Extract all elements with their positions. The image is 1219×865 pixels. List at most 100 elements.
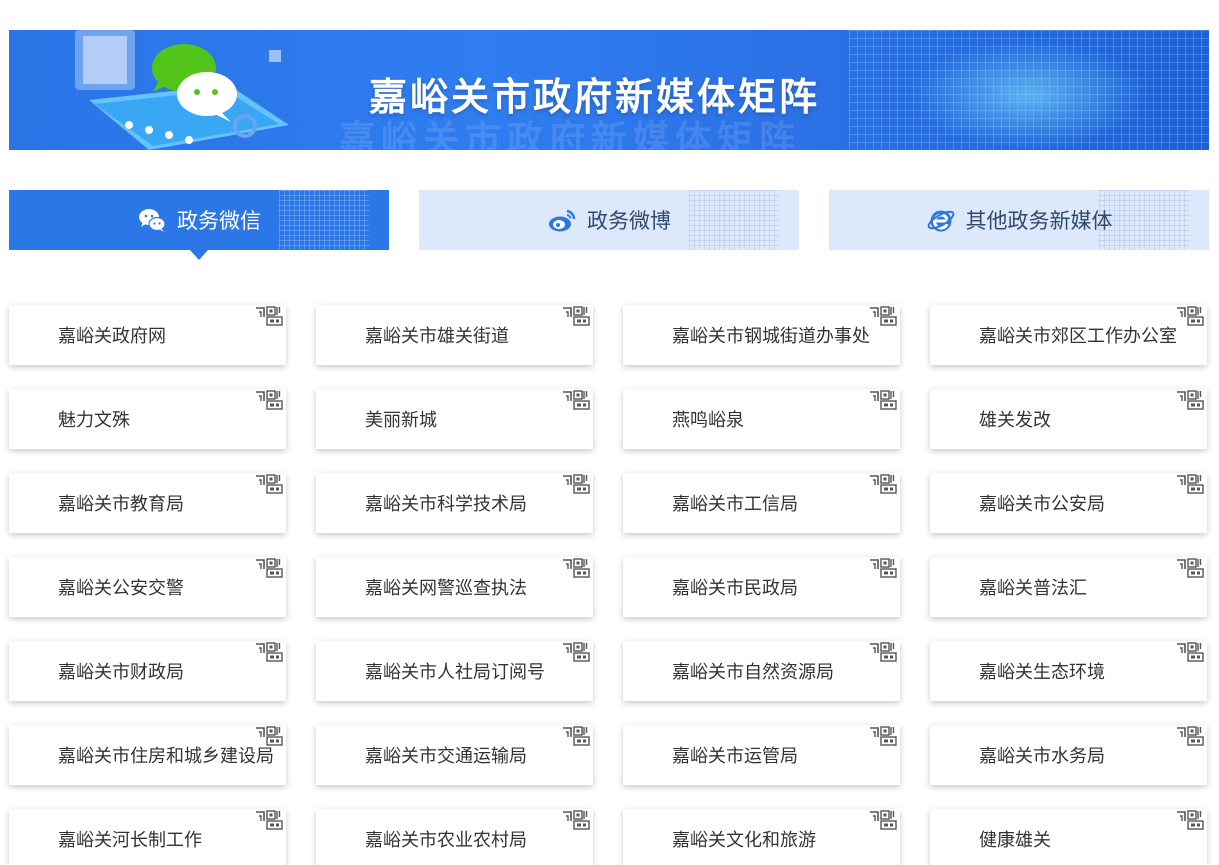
tab-decoration (279, 190, 369, 250)
qr-code-icon[interactable] (1175, 725, 1205, 747)
account-card-label: 美丽新城 (365, 410, 437, 431)
account-card-label: 嘉峪关市科学技术局 (365, 494, 527, 515)
qr-code-icon[interactable] (254, 557, 284, 579)
account-card-label: 健康雄关 (979, 830, 1051, 851)
account-card-label: 嘉峪关市郊区工作办公室 (979, 326, 1177, 347)
account-card[interactable]: 嘉峪关生态环境 (930, 641, 1207, 701)
qr-code-icon[interactable] (254, 809, 284, 831)
account-card-label: 嘉峪关市交通运输局 (365, 746, 527, 767)
qr-code-icon[interactable] (868, 725, 898, 747)
account-card[interactable]: 嘉峪关网警巡查执法 (316, 557, 593, 617)
qr-code-icon[interactable] (1175, 389, 1205, 411)
account-card-label: 嘉峪关市人社局订阅号 (365, 662, 545, 683)
account-card-label: 嘉峪关市农业农村局 (365, 830, 527, 851)
tab-wechat-label: 政务微信 (177, 209, 261, 233)
account-card[interactable]: 嘉峪关市公安局 (930, 473, 1207, 533)
account-card[interactable]: 嘉峪关市农业农村局 (316, 809, 593, 865)
account-card-label: 嘉峪关市公安局 (979, 494, 1105, 515)
qr-code-icon[interactable] (868, 809, 898, 831)
account-card-label: 嘉峪关市工信局 (672, 494, 798, 515)
page-title: 嘉峪关市政府新媒体矩阵 (369, 75, 821, 119)
account-card-label: 嘉峪关市自然资源局 (672, 662, 834, 683)
wechat-icon (139, 209, 166, 232)
account-card-label: 嘉峪关市运管局 (672, 746, 798, 767)
account-card[interactable]: 嘉峪关市运管局 (623, 725, 900, 785)
account-card[interactable]: 嘉峪关市雄关街道 (316, 305, 593, 365)
account-card[interactable]: 健康雄关 (930, 809, 1207, 865)
account-card[interactable]: 雄关发改 (930, 389, 1207, 449)
account-card-label: 嘉峪关市民政局 (672, 578, 798, 599)
qr-code-icon[interactable] (561, 305, 591, 327)
qr-code-icon[interactable] (1175, 305, 1205, 327)
account-grid: 嘉峪关政府网 嘉峪关市雄关街道 嘉峪关市钢城街道办事处 嘉峪关市郊区工作办公室 … (9, 305, 1207, 865)
account-card-label: 嘉峪关市教育局 (58, 494, 184, 515)
account-card[interactable]: 嘉峪关河长制工作 (9, 809, 286, 865)
header-banner: 嘉峪关市政府新媒体矩阵 嘉峪关市政府新媒体矩阵 (9, 30, 1209, 150)
account-card[interactable]: 嘉峪关市钢城街道办事处 (623, 305, 900, 365)
account-card[interactable]: 嘉峪关普法汇 (930, 557, 1207, 617)
qr-code-icon[interactable] (254, 305, 284, 327)
qr-code-icon[interactable] (868, 473, 898, 495)
account-card[interactable]: 嘉峪关市财政局 (9, 641, 286, 701)
qr-code-icon[interactable] (254, 473, 284, 495)
account-card[interactable]: 嘉峪关市教育局 (9, 473, 286, 533)
account-card[interactable]: 嘉峪关市民政局 (623, 557, 900, 617)
account-card[interactable]: 嘉峪关市郊区工作办公室 (930, 305, 1207, 365)
tab-wechat[interactable]: 政务微信 (9, 190, 389, 250)
account-card-label: 嘉峪关市财政局 (58, 662, 184, 683)
account-card-label: 魅力文殊 (58, 410, 130, 431)
qr-code-icon[interactable] (868, 641, 898, 663)
qr-code-icon[interactable] (254, 725, 284, 747)
account-card-label: 嘉峪关生态环境 (979, 662, 1105, 683)
account-card[interactable]: 嘉峪关市自然资源局 (623, 641, 900, 701)
account-card[interactable]: 嘉峪关政府网 (9, 305, 286, 365)
tab-other-media[interactable]: 其他政务新媒体 (829, 190, 1209, 250)
qr-code-icon[interactable] (1175, 809, 1205, 831)
active-tab-indicator (190, 250, 208, 260)
account-card[interactable]: 美丽新城 (316, 389, 593, 449)
account-card-label: 嘉峪关公安交警 (58, 578, 184, 599)
phone-chat-illustration-icon (75, 30, 289, 150)
tab-other-media-label: 其他政务新媒体 (965, 209, 1113, 233)
qr-code-icon[interactable] (1175, 641, 1205, 663)
qr-code-icon[interactable] (868, 305, 898, 327)
account-card[interactable]: 魅力文殊 (9, 389, 286, 449)
account-card-label: 嘉峪关普法汇 (979, 578, 1087, 599)
account-card[interactable]: 嘉峪关市住房和城乡建设局 (9, 725, 286, 785)
tab-weibo-label: 政务微博 (587, 209, 671, 233)
account-card-label: 嘉峪关文化和旅游 (672, 830, 816, 851)
account-card[interactable]: 嘉峪关公安交警 (9, 557, 286, 617)
account-card[interactable]: 嘉峪关市工信局 (623, 473, 900, 533)
qr-code-icon[interactable] (1175, 473, 1205, 495)
account-card[interactable]: 燕鸣峪泉 (623, 389, 900, 449)
qr-code-icon[interactable] (561, 641, 591, 663)
tab-weibo[interactable]: 政务微博 (419, 190, 799, 250)
account-card-label: 嘉峪关市雄关街道 (365, 326, 509, 347)
qr-code-icon[interactable] (561, 389, 591, 411)
account-card[interactable]: 嘉峪关市人社局订阅号 (316, 641, 593, 701)
account-card[interactable]: 嘉峪关文化和旅游 (623, 809, 900, 865)
qr-code-icon[interactable] (868, 389, 898, 411)
qr-code-icon[interactable] (254, 641, 284, 663)
account-card-label: 嘉峪关网警巡查执法 (365, 578, 527, 599)
account-card-label: 嘉峪关市钢城街道办事处 (672, 326, 870, 347)
account-card-label: 雄关发改 (979, 410, 1051, 431)
qr-code-icon[interactable] (561, 473, 591, 495)
account-card-label: 嘉峪关市水务局 (979, 746, 1105, 767)
qr-code-icon[interactable] (868, 557, 898, 579)
account-card[interactable]: 嘉峪关市科学技术局 (316, 473, 593, 533)
qr-code-icon[interactable] (561, 557, 591, 579)
qr-code-icon[interactable] (1175, 557, 1205, 579)
account-card[interactable]: 嘉峪关市水务局 (930, 725, 1207, 785)
ie-browser-icon (927, 210, 954, 232)
qr-code-icon[interactable] (561, 809, 591, 831)
qr-code-icon[interactable] (254, 389, 284, 411)
account-card-label: 嘉峪关河长制工作 (58, 830, 202, 851)
qr-code-icon[interactable] (561, 725, 591, 747)
banner-qr-grid-decoration (849, 30, 1209, 150)
tab-decoration (689, 190, 779, 250)
account-card[interactable]: 嘉峪关市交通运输局 (316, 725, 593, 785)
account-card-label: 嘉峪关市住房和城乡建设局 (58, 746, 274, 767)
weibo-icon (549, 209, 576, 232)
account-card-label: 嘉峪关政府网 (58, 326, 166, 347)
